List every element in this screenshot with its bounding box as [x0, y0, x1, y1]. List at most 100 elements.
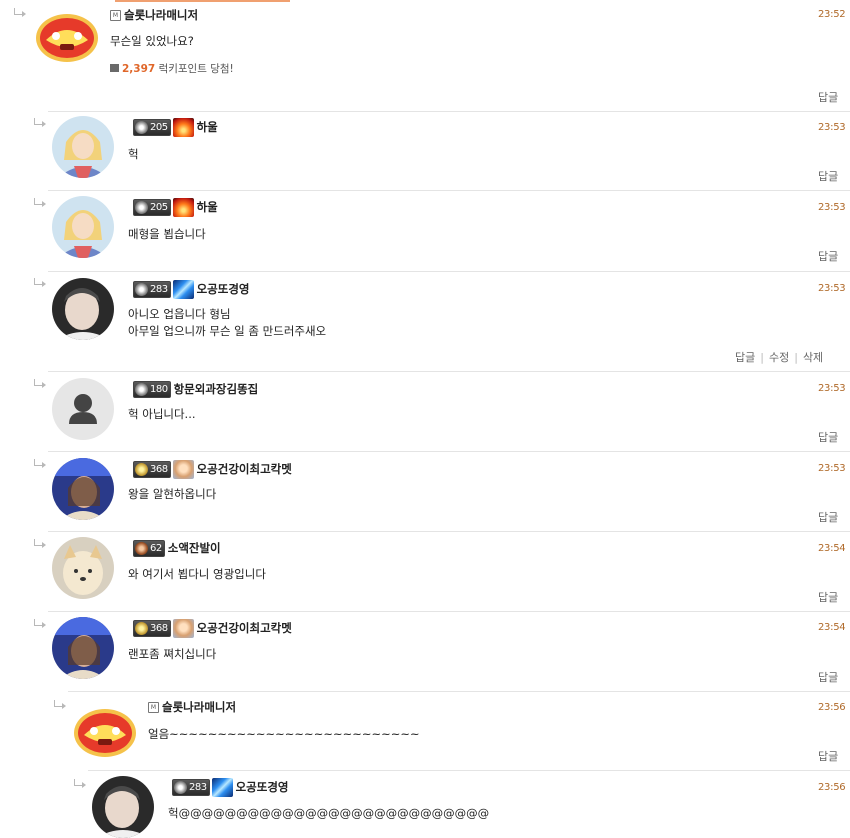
nickname[interactable]: 오공또경영: [236, 779, 289, 795]
level-icon: [135, 621, 148, 635]
reply-button[interactable]: 답글: [818, 250, 838, 263]
user-avatar[interactable]: [52, 458, 114, 520]
comment-text: 와 여기서 뵙다니 영광입니다: [128, 567, 266, 581]
comment-time: 23:53: [818, 383, 846, 394]
comment-text: 헉: [128, 147, 139, 161]
reply-arrow-icon: [34, 539, 46, 548]
level-badge: 205: [133, 118, 171, 136]
reply-arrow-icon: [34, 619, 46, 628]
comment-header: 368 오공건강이최고칵멧: [133, 618, 292, 638]
reward-points: 2,397: [122, 63, 156, 75]
comment-time: 23:53: [818, 202, 846, 213]
comment-time: 23:52: [818, 9, 846, 20]
delete-button[interactable]: 삭제: [803, 351, 823, 364]
comment-time: 23:54: [818, 543, 846, 554]
level-icon: [135, 120, 148, 134]
comment-actions: 답글: [818, 669, 838, 685]
nickname[interactable]: 슬롯나라매니저: [162, 699, 236, 715]
user-avatar[interactable]: [52, 196, 114, 258]
level-icon: [135, 541, 148, 555]
level-badge: 205: [133, 198, 171, 216]
nickname[interactable]: 항문외과장김똥집: [174, 381, 259, 397]
nickname[interactable]: 오공건강이최고칵멧: [197, 620, 292, 636]
character-emblem-icon: [172, 459, 194, 479]
comment-time: 23:53: [818, 122, 846, 133]
user-avatar[interactable]: [52, 278, 114, 340]
reply-button[interactable]: 답글: [818, 91, 838, 104]
default-avatar-icon[interactable]: [52, 378, 114, 440]
comment-text: 아니오 업읍니다 형님 아무일 업으니까 무슨 일 좀 만드러주새오: [128, 307, 327, 338]
comment-actions: 답글 | 수정 | 삭제: [735, 349, 823, 365]
reply-button[interactable]: 답글: [818, 431, 838, 444]
reply-button[interactable]: 답글: [818, 591, 838, 604]
comment-header: 180 항문외과장김똥집: [133, 380, 258, 398]
level-badge: 283: [133, 280, 171, 298]
level-icon: [135, 382, 148, 396]
level-badge: 368: [133, 619, 171, 637]
user-avatar[interactable]: [52, 537, 114, 599]
reply-arrow-icon: [34, 198, 46, 207]
comment-list: M 슬롯나라매니저 23:52 무슨일 있었나요? 2,397 럭키포인트 당첨…: [0, 0, 850, 838]
character-emblem-icon: [172, 618, 194, 638]
lucky-point-reward: 2,397 럭키포인트 당첨!: [110, 61, 234, 76]
reply-button[interactable]: 답글: [818, 170, 838, 183]
action-separator: |: [794, 351, 798, 364]
user-avatar[interactable]: [52, 617, 114, 679]
comment-divider: [88, 770, 850, 771]
comment-header: M 슬롯나라매니저: [110, 6, 198, 24]
reply-arrow-icon: [34, 459, 46, 468]
level-icon: [174, 780, 187, 794]
level-badge: 368: [133, 460, 171, 478]
comment-time: 23:53: [818, 463, 846, 474]
comment-text: 헉@@@@@@@@@@@@@@@@@@@@@@@@@@@: [168, 806, 490, 820]
comment-header: 205 하울: [133, 197, 218, 217]
comment-time: 23:53: [818, 283, 846, 294]
nickname[interactable]: 오공건강이최고칵멧: [197, 461, 292, 477]
user-avatar[interactable]: [92, 776, 154, 838]
comment-header: M 슬롯나라매니저: [148, 698, 236, 716]
comment-time: 23:56: [818, 782, 846, 793]
blue-emblem-icon: [172, 279, 194, 299]
comment-text: 무슨일 있었나요?: [110, 34, 194, 48]
comment-divider: [48, 190, 850, 191]
level-icon: [135, 462, 148, 476]
nickname[interactable]: 슬롯나라매니저: [124, 7, 198, 23]
reply-arrow-icon: [34, 379, 46, 388]
reply-arrow-icon: [54, 700, 66, 709]
fire-emblem-icon: [172, 117, 194, 137]
reply-button[interactable]: 답글: [818, 511, 838, 524]
comment-header: 62 소액잔발이: [133, 539, 221, 557]
comment-actions: 답글: [818, 89, 838, 105]
comment-divider: [48, 271, 850, 272]
nickname[interactable]: 하울: [197, 119, 218, 135]
slotnara-logo-avatar: [72, 705, 138, 761]
nickname[interactable]: 하울: [197, 199, 218, 215]
blue-emblem-icon: [211, 777, 233, 797]
comment-text: 랜포좀 쪄치십니다: [128, 647, 217, 661]
reward-label: 럭키포인트 당첨!: [158, 63, 234, 75]
level-icon: [135, 282, 148, 296]
nickname[interactable]: 오공또경영: [197, 281, 250, 297]
comment-divider: [48, 371, 850, 372]
comment-header: 283 오공또경영: [172, 777, 289, 797]
reply-button[interactable]: 답글: [735, 351, 755, 364]
level-badge: 283: [172, 778, 210, 796]
manager-badge-icon: M: [110, 9, 121, 21]
user-avatar[interactable]: [52, 116, 114, 178]
comment-divider: [48, 531, 850, 532]
comment-header: 368 오공건강이최고칵멧: [133, 459, 292, 479]
nickname[interactable]: 소액잔발이: [168, 540, 221, 556]
edit-button[interactable]: 수정: [769, 351, 789, 364]
comment-actions: 답글: [818, 509, 838, 525]
comment-divider: [48, 451, 850, 452]
comment-actions: 답글: [818, 429, 838, 445]
comment-text: 왕을 알현하옵니다: [128, 487, 217, 501]
comment-divider: [48, 611, 850, 612]
reply-button[interactable]: 답글: [818, 671, 838, 684]
comment-divider: [68, 691, 850, 692]
reply-button[interactable]: 답글: [818, 750, 838, 763]
gift-icon: [110, 64, 119, 72]
comment-actions: 답글: [818, 589, 838, 605]
manager-badge-icon: M: [148, 701, 159, 713]
comment-text: 얼음~~~~~~~~~~~~~~~~~~~~~~~~~~: [148, 727, 420, 741]
